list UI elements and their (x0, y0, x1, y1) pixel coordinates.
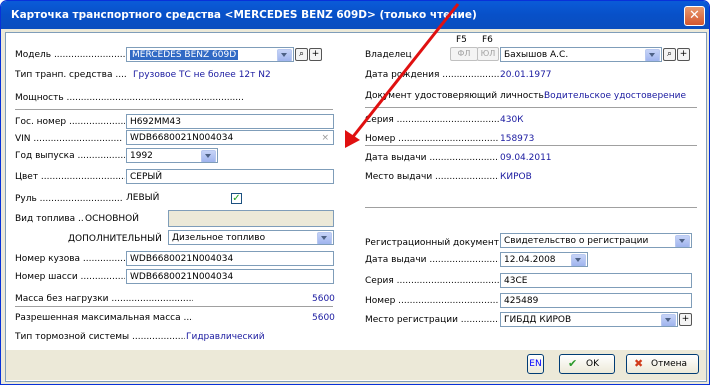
annotation-arrow-overlay (345, 3, 460, 148)
annotation-arrow-line (350, 3, 460, 139)
